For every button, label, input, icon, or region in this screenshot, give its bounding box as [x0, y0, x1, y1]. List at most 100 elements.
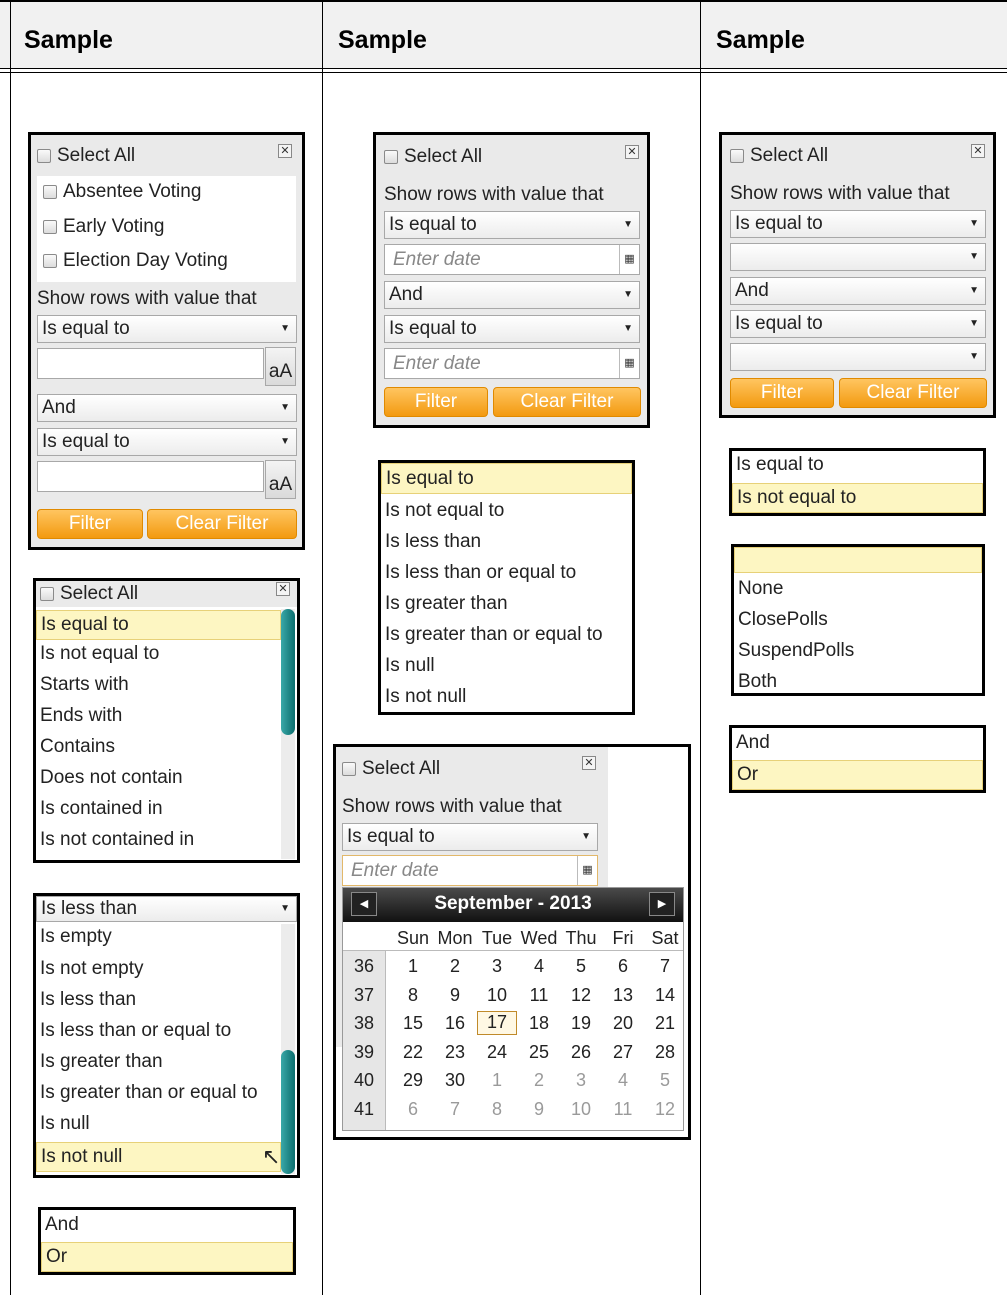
list-item[interactable]: Is not equal to: [732, 483, 983, 513]
calendar-date[interactable]: 3: [477, 956, 517, 977]
calendar-date[interactable]: 5: [561, 956, 601, 977]
calendar-date[interactable]: 4: [603, 1070, 643, 1091]
list-item[interactable]: Is null: [36, 1113, 297, 1135]
list-item[interactable]: Ends with: [36, 705, 297, 727]
calendar-icon[interactable]: ▦: [619, 349, 639, 378]
logical-operator-dropdown[interactable]: And ▼: [37, 394, 297, 422]
list-item[interactable]: Is contained in: [36, 798, 297, 820]
list-item[interactable]: Is not null: [381, 686, 632, 708]
operator-dropdown-1[interactable]: Is equal to ▼: [384, 211, 640, 239]
calendar-date[interactable]: 7: [435, 1099, 475, 1120]
select-all-checkbox[interactable]: Select All: [40, 583, 138, 605]
list-item[interactable]: Is not null: [36, 1142, 281, 1172]
calendar-date[interactable]: 30: [435, 1070, 475, 1091]
calendar-date[interactable]: 24: [477, 1042, 517, 1063]
close-icon[interactable]: ✕: [276, 582, 290, 596]
list-item[interactable]: Starts with: [36, 674, 297, 696]
operator-dropdown-1[interactable]: Is equal to ▼: [37, 315, 297, 343]
operator-dropdown-1[interactable]: Is equal to ▼: [730, 210, 986, 238]
operator-dropdown-2[interactable]: Is equal to ▼: [384, 315, 640, 343]
calendar-date[interactable]: 25: [519, 1042, 559, 1063]
list-item[interactable]: Or: [732, 760, 983, 790]
date-input-2[interactable]: Enter date ▦: [384, 348, 640, 379]
date-input-1[interactable]: Enter date ▦: [342, 855, 598, 886]
list-item-empty[interactable]: [734, 547, 982, 573]
calendar-date[interactable]: 2: [435, 956, 475, 977]
list-item[interactable]: Or: [41, 1242, 293, 1272]
list-item[interactable]: Is less than or equal to: [36, 1020, 297, 1042]
select-all-checkbox[interactable]: Select All: [384, 146, 482, 168]
calendar-date[interactable]: 6: [603, 956, 643, 977]
filter-button[interactable]: Filter: [730, 378, 834, 408]
calendar-date[interactable]: 8: [477, 1099, 517, 1120]
list-item[interactable]: Is less than: [381, 531, 632, 553]
calendar-date[interactable]: 29: [393, 1070, 433, 1091]
clear-filter-button[interactable]: Clear Filter: [839, 378, 987, 408]
calendar-date[interactable]: 7: [645, 956, 685, 977]
list-item[interactable]: SuspendPolls: [734, 640, 982, 662]
scrollbar[interactable]: [281, 609, 295, 859]
list-item[interactable]: Is equal to: [36, 610, 281, 640]
calendar-date[interactable]: 21: [645, 1013, 685, 1034]
calendar-date[interactable]: 26: [561, 1042, 601, 1063]
clear-filter-button[interactable]: Clear Filter: [493, 387, 641, 417]
calendar-date[interactable]: 22: [393, 1042, 433, 1063]
list-item[interactable]: Is not equal to: [381, 500, 632, 522]
close-icon[interactable]: ✕: [971, 144, 985, 158]
list-item[interactable]: Is not contained in: [36, 829, 297, 851]
select-all-checkbox[interactable]: Select All: [342, 758, 440, 780]
operator-dropdown-2[interactable]: Is equal to ▼: [37, 428, 297, 456]
calendar-date[interactable]: 2: [519, 1070, 559, 1091]
clear-filter-button[interactable]: Clear Filter: [147, 509, 297, 539]
list-item[interactable]: Does not contain: [36, 767, 297, 789]
distinct-value-item[interactable]: Absentee Voting: [43, 181, 201, 203]
calendar-date[interactable]: 23: [435, 1042, 475, 1063]
list-item[interactable]: Is not empty: [36, 958, 297, 980]
operator-dropdown-open[interactable]: Is less than ▼: [36, 896, 297, 922]
list-item[interactable]: Is not equal to: [36, 643, 297, 665]
match-case-button[interactable]: aA: [265, 460, 296, 499]
list-item[interactable]: ClosePolls: [734, 609, 982, 631]
list-item[interactable]: Is less than or equal to: [381, 562, 632, 584]
value-dropdown-1[interactable]: ▼: [730, 243, 986, 271]
list-item[interactable]: Is equal to: [381, 463, 632, 494]
match-case-button[interactable]: aA: [265, 347, 296, 386]
calendar-date[interactable]: 11: [603, 1099, 643, 1120]
list-item[interactable]: None: [734, 578, 982, 600]
next-month-icon[interactable]: ▶: [649, 892, 675, 916]
logical-operator-dropdown[interactable]: And ▼: [384, 281, 640, 309]
calendar-date[interactable]: 27: [603, 1042, 643, 1063]
calendar-date[interactable]: 18: [519, 1013, 559, 1034]
list-item[interactable]: Is greater than: [36, 1051, 297, 1073]
calendar-date[interactable]: 15: [393, 1013, 433, 1034]
calendar-date[interactable]: 8: [393, 985, 433, 1006]
calendar-date[interactable]: 9: [435, 985, 475, 1006]
calendar-date[interactable]: 12: [561, 985, 601, 1006]
calendar-date[interactable]: 6: [393, 1099, 433, 1120]
list-item[interactable]: And: [732, 732, 983, 754]
calendar-date[interactable]: 28: [645, 1042, 685, 1063]
operator-dropdown-1[interactable]: Is equal to ▼: [342, 823, 598, 851]
distinct-value-item[interactable]: Early Voting: [43, 216, 164, 238]
select-all-checkbox[interactable]: Select All: [37, 145, 135, 167]
calendar-date[interactable]: 1: [477, 1070, 517, 1091]
operator-dropdown-2[interactable]: Is equal to ▼: [730, 310, 986, 338]
calendar-date[interactable]: 12: [645, 1099, 685, 1120]
list-item[interactable]: Is empty: [36, 926, 297, 948]
close-icon[interactable]: ✕: [582, 756, 596, 770]
calendar-icon[interactable]: ▦: [577, 856, 597, 885]
list-item[interactable]: Is greater than or equal to: [36, 1082, 297, 1104]
list-item[interactable]: Is greater than or equal to: [381, 624, 632, 646]
calendar-date[interactable]: 10: [477, 985, 517, 1006]
calendar-icon[interactable]: ▦: [619, 245, 639, 274]
calendar-date[interactable]: 20: [603, 1013, 643, 1034]
list-item[interactable]: Is equal to: [732, 454, 983, 476]
filter-button[interactable]: Filter: [384, 387, 488, 417]
calendar-date[interactable]: 16: [435, 1013, 475, 1034]
calendar-date[interactable]: 10: [561, 1099, 601, 1120]
value-dropdown-2[interactable]: ▼: [730, 343, 986, 371]
calendar-date[interactable]: 19: [561, 1013, 601, 1034]
scrollbar[interactable]: [281, 924, 295, 1174]
filter-button[interactable]: Filter: [37, 509, 143, 539]
calendar-date[interactable]: 11: [519, 985, 559, 1006]
